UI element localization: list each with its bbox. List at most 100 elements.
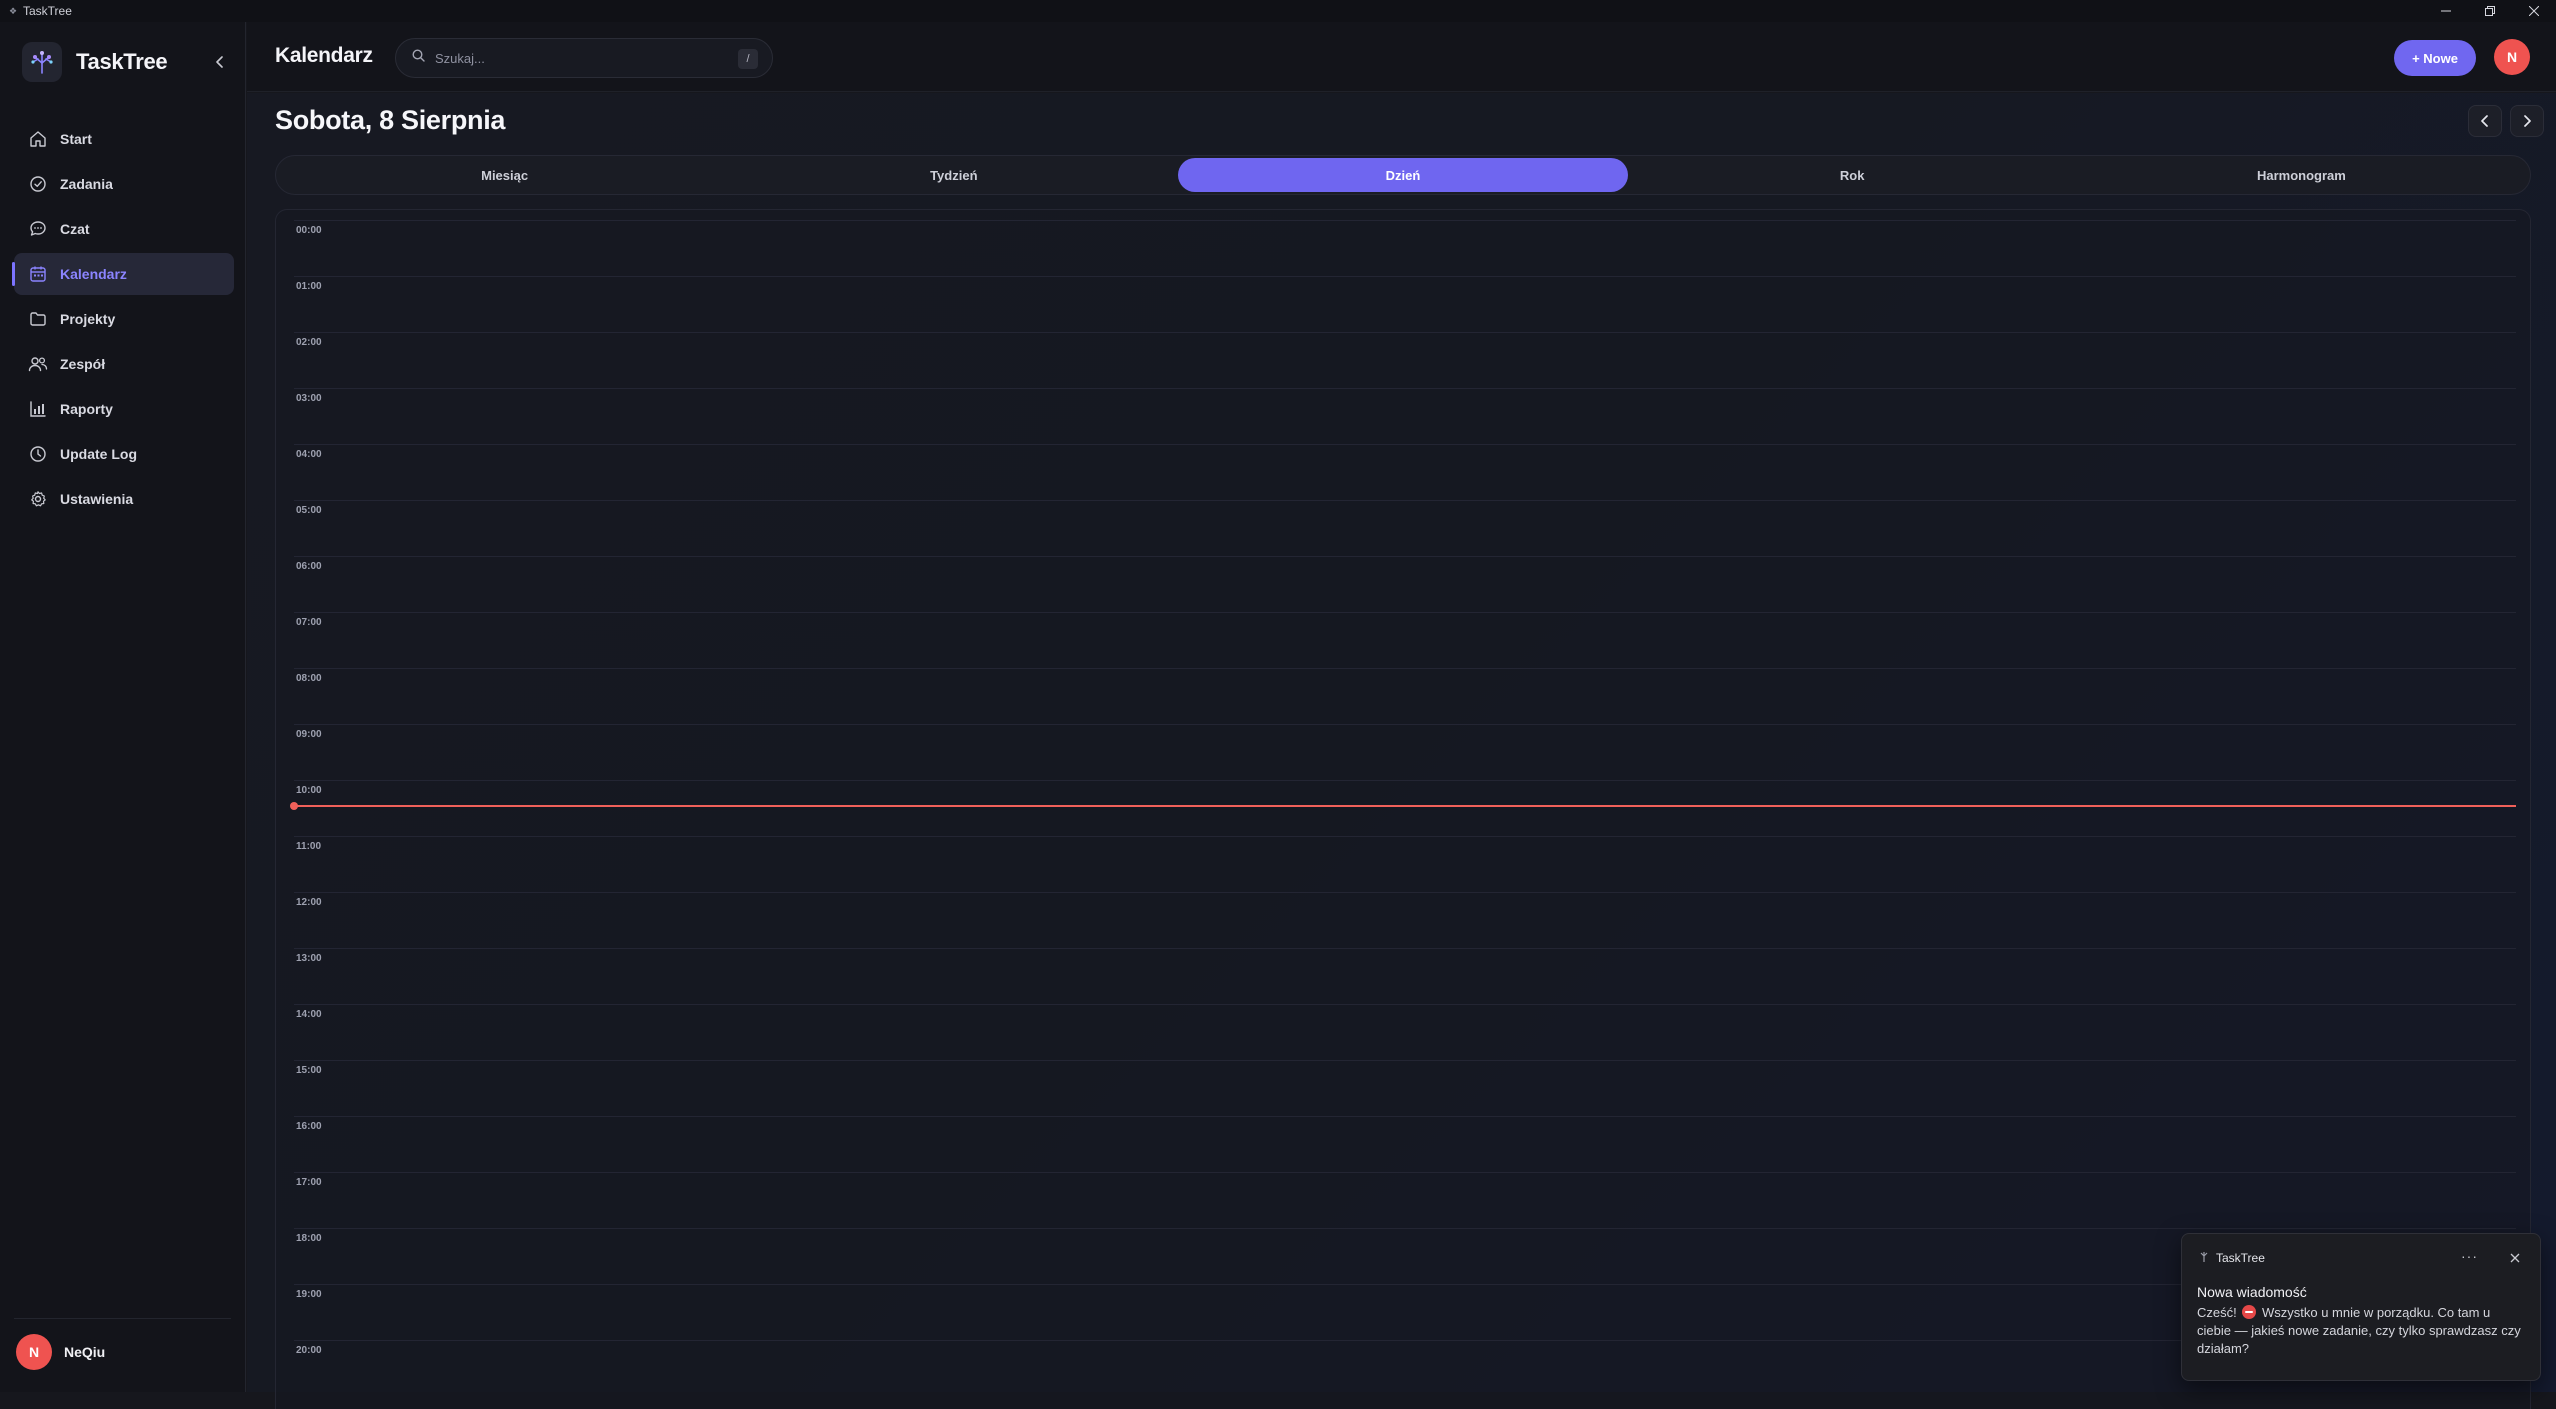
hour-label: 10:00 (296, 785, 322, 796)
hour-divider (294, 1172, 2516, 1173)
minimize-button[interactable] (2424, 0, 2468, 22)
hour-divider (294, 892, 2516, 893)
page-title: Kalendarz (275, 44, 373, 67)
hour-label: 13:00 (296, 953, 322, 964)
hour-row[interactable]: 01:00 (276, 276, 2530, 332)
hour-divider (294, 500, 2516, 501)
hour-row[interactable]: 16:00 (276, 1116, 2530, 1172)
sidebar-item-ustawienia[interactable]: Ustawienia (14, 478, 234, 520)
tab-rok[interactable]: Rok (1628, 158, 2077, 192)
current-time-indicator (290, 802, 2516, 811)
hour-label: 18:00 (296, 1233, 322, 1244)
search-input[interactable] (435, 50, 735, 66)
home-icon (28, 129, 48, 149)
more-options-icon[interactable]: ··· (2461, 1248, 2478, 1264)
toast-app-name: TaskTree (2216, 1251, 2265, 1265)
hour-row[interactable]: 12:00 (276, 892, 2530, 948)
restore-button[interactable] (2468, 0, 2512, 22)
toast-title: Nowa wiadomość (2197, 1284, 2307, 1300)
hour-label: 19:00 (296, 1289, 322, 1300)
hour-label: 05:00 (296, 505, 322, 516)
sidebar-item-label: Raporty (60, 401, 113, 417)
hour-divider (294, 388, 2516, 389)
sidebar-item-zadania[interactable]: Zadania (14, 163, 234, 205)
tab-harmonogram[interactable]: Harmonogram (2077, 158, 2526, 192)
sidebar-item-raporty[interactable]: Raporty (14, 388, 234, 430)
hour-label: 01:00 (296, 281, 322, 292)
sidebar-item-start[interactable]: Start (14, 118, 234, 160)
hour-label: 02:00 (296, 337, 322, 348)
header-avatar[interactable]: N (2494, 39, 2530, 75)
hour-row[interactable]: 15:00 (276, 1060, 2530, 1116)
gear-icon (28, 489, 48, 509)
hour-divider (294, 1228, 2516, 1229)
hour-row[interactable]: 06:00 (276, 556, 2530, 612)
search-box[interactable]: / (395, 38, 773, 78)
close-icon[interactable] (2510, 1250, 2520, 1268)
sidebar-item-zespol[interactable]: Zespół (14, 343, 234, 385)
hour-row[interactable]: 08:00 (276, 668, 2530, 724)
tab-tydzien[interactable]: Tydzień (729, 158, 1178, 192)
hour-label: 15:00 (296, 1065, 322, 1076)
toast-message: Cześć! Wszystko u mnie w porządku. Co ta… (2197, 1304, 2527, 1358)
hour-label: 00:00 (296, 225, 322, 236)
hour-divider (294, 1004, 2516, 1005)
hour-row[interactable]: 03:00 (276, 388, 2530, 444)
hour-divider (294, 724, 2516, 725)
sidebar-user[interactable]: N NeQiu (16, 1334, 105, 1370)
hour-row[interactable]: 14:00 (276, 1004, 2530, 1060)
hour-label: 14:00 (296, 1009, 322, 1020)
current-date-title: Sobota, 8 Sierpnia (275, 105, 506, 135)
day-timeline-grid[interactable]: 00:00 01:00 02:00 03:00 04:00 05:00 06:00 07:00… (275, 209, 2531, 1409)
chevron-right-icon (2524, 115, 2531, 127)
sidebar-item-label: Projekty (60, 311, 116, 327)
notification-toast[interactable]: TaskTree ··· Nowa wiadomość Cześć! Wszys… (2181, 1233, 2541, 1381)
hour-row[interactable]: 13:00 (276, 948, 2530, 1004)
close-window-button[interactable] (2512, 0, 2556, 22)
clock-icon (28, 444, 48, 464)
hour-row[interactable]: 17:00 (276, 1172, 2530, 1228)
collapse-sidebar-button[interactable] (208, 50, 232, 74)
hour-row[interactable]: 11:00 (276, 836, 2530, 892)
hour-divider (294, 444, 2516, 445)
hour-divider (294, 556, 2516, 557)
app-small-icon (2200, 1249, 2208, 1267)
hour-label: 17:00 (296, 1177, 322, 1188)
sidebar-item-label: Start (60, 131, 92, 147)
avatar[interactable]: N (16, 1334, 52, 1370)
previous-day-button[interactable] (2468, 105, 2502, 137)
toast-message-start: Cześć! (2197, 1305, 2237, 1320)
hour-divider (294, 836, 2516, 837)
calendar-icon (28, 264, 48, 284)
hour-divider (294, 1060, 2516, 1061)
tab-miesiac[interactable]: Miesiąc (280, 158, 729, 192)
sidebar-item-kalendarz[interactable]: Kalendarz (12, 253, 234, 295)
hour-label: 12:00 (296, 897, 322, 908)
window-title: TaskTree (23, 4, 72, 18)
hour-divider (294, 948, 2516, 949)
sidebar-item-czat[interactable]: Czat (14, 208, 234, 250)
sidebar-item-projekty[interactable]: Projekty (14, 298, 234, 340)
hour-row[interactable]: 05:00 (276, 500, 2530, 556)
users-icon (28, 354, 48, 374)
hour-row[interactable]: 00:00 (276, 220, 2530, 276)
hour-row[interactable]: 09:00 (276, 724, 2530, 780)
sidebar-nav: Start Zadania Czat Kalendarz Projekty Ze… (12, 118, 234, 523)
hour-label: 06:00 (296, 561, 322, 572)
sidebar-item-update-log[interactable]: Update Log (14, 433, 234, 475)
top-header: Kalendarz / + Nowe N (247, 22, 2556, 92)
folder-icon (28, 309, 48, 329)
tasktree-logo-icon[interactable] (22, 42, 62, 82)
sidebar-item-label: Zespół (60, 356, 106, 372)
hour-row[interactable]: 10:00 (276, 780, 2530, 836)
hour-row[interactable]: 07:00 (276, 612, 2530, 668)
date-navigation (2468, 105, 2544, 137)
tab-dzien[interactable]: Dzień (1178, 158, 1628, 192)
new-item-button[interactable]: + Nowe (2394, 40, 2476, 76)
next-day-button[interactable] (2510, 105, 2544, 137)
hour-row[interactable]: 04:00 (276, 444, 2530, 500)
sidebar-item-label: Kalendarz (60, 266, 127, 282)
hour-divider (294, 668, 2516, 669)
hour-row[interactable]: 02:00 (276, 332, 2530, 388)
hour-label: 16:00 (296, 1121, 322, 1132)
